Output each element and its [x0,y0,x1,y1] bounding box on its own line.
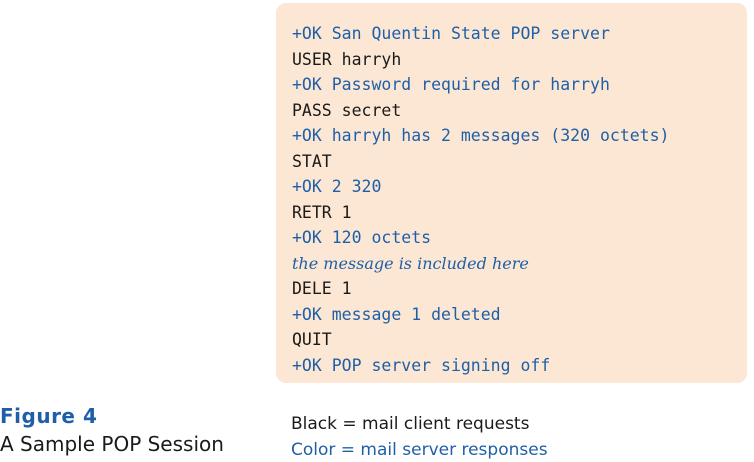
client-request-line: STAT [292,151,332,171]
server-response-line: +OK message 1 deleted [292,304,501,324]
client-request-line: QUIT [292,330,332,349]
server-response-line: +OK POP server signing off [292,355,551,375]
server-response-line: +OK 120 octets [292,228,432,247]
figure-label: Figure 4 [0,404,98,428]
legend-client-requests: Black = mail client requests [291,414,530,434]
server-response-line: +OK 2 320 [292,177,382,196]
client-request-line: RETR 1 [292,202,352,222]
server-response-line: +OK San Quentin State POP server [292,24,610,43]
pop-session-transcript: +OK San Quentin State POP server USER ha… [276,3,747,383]
client-request-line: DELE 1 [292,279,352,298]
legend-server-responses: Color = mail server responses [291,440,548,460]
message-placeholder-note: the message is included here [292,253,529,273]
figure-caption: A Sample POP Session [0,432,224,456]
client-request-line: USER harryh [292,49,402,69]
server-response-line: +OK harryh has 2 messages (320 octets) [292,126,670,145]
server-response-line: +OK Password required for harryh [292,75,610,94]
client-request-line: PASS secret [292,100,402,120]
